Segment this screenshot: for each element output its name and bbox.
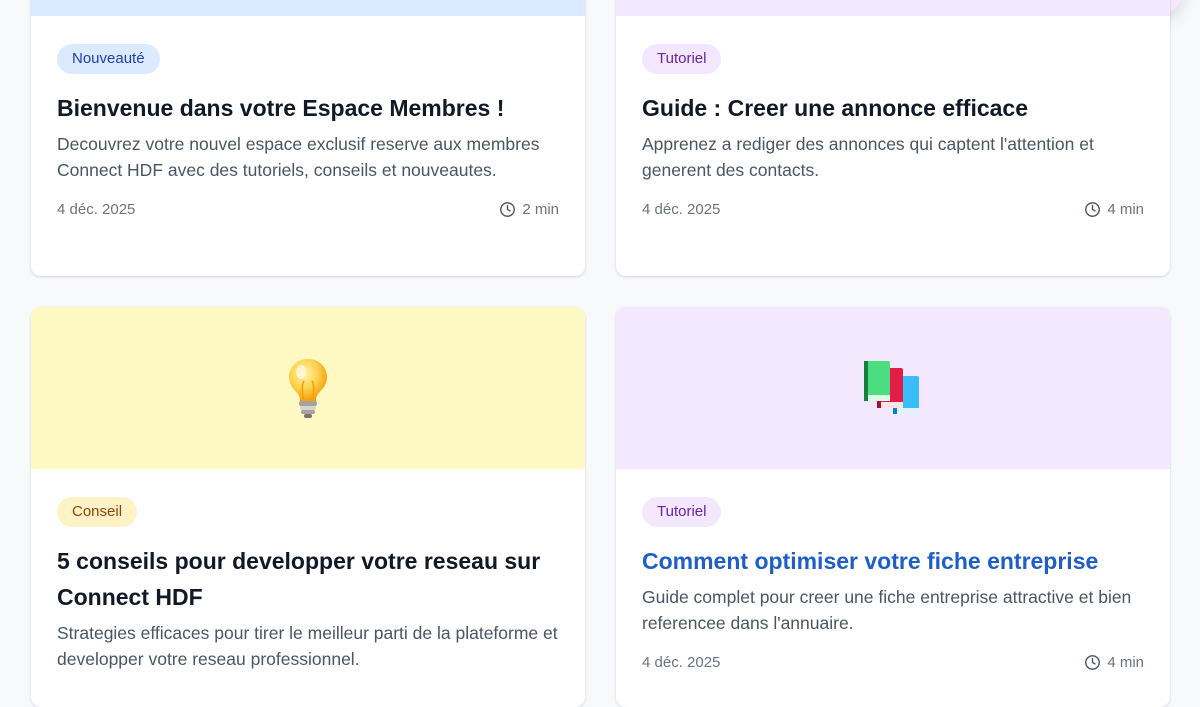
article-card-guide-annonce[interactable]: Tutoriel Guide : Creer une annonce effic… (616, 0, 1170, 276)
read-time: 4 min (1084, 201, 1144, 218)
article-meta: 4 déc. 2025 2 min (57, 198, 559, 220)
card-cover-image (616, 307, 1170, 469)
category-badge: Tutoriel (642, 497, 722, 527)
light-bulb-icon (286, 357, 330, 419)
article-date: 4 déc. 2025 (642, 200, 721, 218)
article-meta: 4 déc. 2025 4 min (642, 198, 1144, 220)
article-date: 4 déc. 2025 (642, 653, 721, 671)
category-badge: Conseil (57, 497, 138, 527)
read-time-label: 4 min (1107, 200, 1144, 218)
category-badge: Nouveauté (57, 44, 160, 74)
read-time: 4 min (1084, 654, 1144, 671)
article-description: Strategies efficaces pour tirer le meill… (57, 623, 558, 669)
books-icon (861, 358, 925, 418)
article-meta: 4 déc. 2025 4 min (642, 651, 1144, 673)
read-time-label: 4 min (1107, 653, 1144, 671)
article-title[interactable]: Comment optimiser votre fiche entreprise (642, 543, 1144, 579)
article-description: Apprenez a rediger des annonces qui capt… (642, 134, 1094, 180)
article-description: Decouvrez votre nouvel espace exclusif r… (57, 134, 540, 180)
clock-icon (1084, 201, 1101, 218)
card-cover-image (31, 307, 585, 469)
card-cover-image (616, 0, 1170, 16)
article-title[interactable]: 5 conseils pour developper votre reseau … (57, 543, 559, 615)
article-card-fiche-entreprise[interactable]: Tutoriel Comment optimiser votre fiche e… (616, 307, 1170, 707)
article-title[interactable]: Bienvenue dans votre Espace Membres ! (57, 90, 559, 126)
read-time-label: 2 min (522, 200, 559, 218)
card-cover-image (31, 0, 585, 16)
article-date: 4 déc. 2025 (57, 200, 136, 218)
clock-icon (1084, 654, 1101, 671)
article-card-conseils-reseau[interactable]: Conseil 5 conseils pour developper votre… (31, 307, 585, 707)
article-description: Guide complet pour creer une fiche entre… (642, 587, 1132, 633)
clock-icon (499, 201, 516, 218)
read-time: 2 min (499, 201, 559, 218)
article-title[interactable]: Guide : Creer une annonce efficace (642, 90, 1144, 126)
article-card-welcome[interactable]: Nouveauté Bienvenue dans votre Espace Me… (31, 0, 585, 276)
category-badge: Tutoriel (642, 44, 722, 74)
